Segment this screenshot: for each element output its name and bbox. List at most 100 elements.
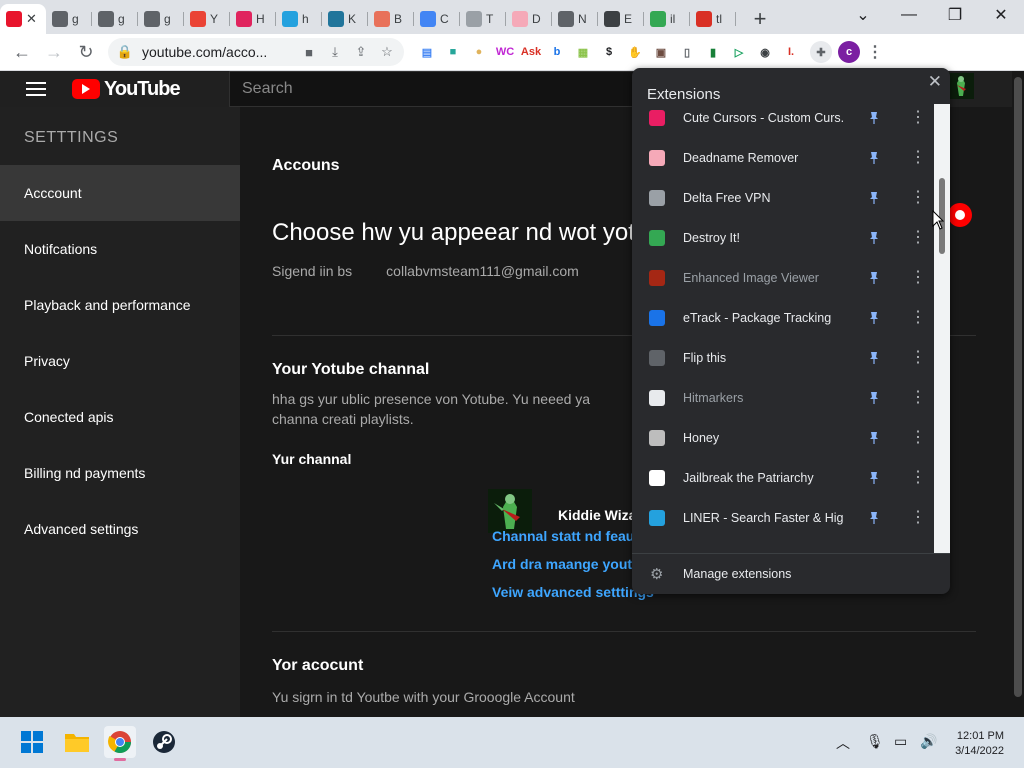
address-bar[interactable]: 🔒 youtube.com/acco... ■ ⤓ ⇪ ☆ [108,38,404,66]
extension-item[interactable]: Enhanced Image Viewer ⋮ [632,258,934,298]
more-options-icon[interactable]: ⋮ [910,110,926,126]
browser-tab[interactable]: Y [184,4,230,34]
close-icon[interactable]: ✕ [928,72,942,92]
more-options-icon[interactable]: ⋮ [910,270,926,286]
browser-tab[interactable]: H [230,4,276,34]
file-explorer-icon[interactable] [61,726,93,758]
pin-icon[interactable] [868,391,880,405]
search-input[interactable]: Search [229,71,649,107]
pin-icon[interactable] [868,311,880,325]
ext-bookmark-icon[interactable]: ▤ [416,41,438,63]
browser-tab[interactable]: K [322,4,368,34]
extension-item[interactable]: Cute Cursors - Custom Curs... ⋮ [632,98,934,138]
more-options-icon[interactable]: ⋮ [910,350,926,366]
microphone-icon[interactable]: 🎙 [866,733,884,750]
browser-tab[interactable]: g [46,4,92,34]
windows-start-icon[interactable] [16,726,48,758]
close-tab-icon[interactable]: ✕ [26,11,37,27]
page-scrollbar[interactable] [1012,71,1024,717]
ext-box-icon[interactable]: ▣ [650,41,672,63]
manage-extensions-button[interactable]: ⚙ Manage extensions [632,554,950,594]
share-icon[interactable]: ⇪ [352,44,370,60]
more-options-icon[interactable]: ⋮ [910,510,926,526]
extension-item[interactable]: Hitmarkers ⋮ [632,378,934,418]
more-options-icon[interactable]: ⋮ [910,190,926,206]
more-options-icon[interactable]: ⋮ [910,150,926,166]
pin-icon[interactable] [868,471,880,485]
extension-item[interactable]: eTrack - Package Tracking ⋮ [632,298,934,338]
sidebar-item[interactable]: Advanced settings [0,501,240,557]
ext-i-icon[interactable]: I. [780,41,802,63]
account-avatar[interactable] [948,73,974,99]
browser-tab[interactable]: N [552,4,598,34]
browser-tab[interactable]: h [276,4,322,34]
star-icon[interactable]: ☆ [378,44,396,60]
forward-icon[interactable]: → [38,36,70,68]
extension-item[interactable]: Honey ⋮ [632,418,934,458]
extension-item[interactable]: LINER - Search Faster & Hig... ⋮ [632,498,934,538]
extension-item[interactable]: Deadname Remover ⋮ [632,138,934,178]
close-window-icon[interactable]: ✕ [978,0,1024,30]
pin-icon[interactable] [868,351,880,365]
pin-icon[interactable] [868,431,880,445]
restore-icon[interactable]: ❐ [932,0,978,30]
pin-icon[interactable] [868,151,880,165]
popup-scrollbar[interactable] [934,104,950,553]
profile-avatar[interactable]: c [838,41,860,63]
ext-hand-icon[interactable]: ✋ [624,41,646,63]
more-options-icon[interactable]: ⋮ [910,470,926,486]
browser-tab[interactable]: D [506,4,552,34]
pin-icon[interactable] [868,231,880,245]
hamburger-icon[interactable] [26,82,46,96]
manage-channel-link[interactable]: Ard dra maange yout c [492,556,644,572]
advanced-settings-link[interactable]: Veiw advanced setttings [492,584,654,600]
chrome-taskbar-icon[interactable] [104,726,136,761]
tray-chevron-icon[interactable]: ︿ [836,733,850,753]
extension-item[interactable]: Delta Free VPN ⋮ [632,178,934,218]
volume-icon[interactable]: 🔊 [920,733,937,750]
more-options-icon[interactable]: ⋮ [910,390,926,406]
clock[interactable]: 12:01 PM 3/14/2022 [950,729,1004,759]
ext-note-icon[interactable]: ▯ [676,41,698,63]
camera-icon[interactable]: ■ [300,45,318,60]
ext-wc-icon[interactable]: WC [494,41,516,63]
pin-icon[interactable] [868,271,880,285]
extension-item[interactable]: Jailbreak the Patriarchy ⋮ [632,458,934,498]
pin-icon[interactable] [868,111,880,125]
new-tab-button[interactable]: + [746,5,774,33]
record-icon[interactable] [948,203,972,227]
sidebar-item[interactable]: Playback and performance [0,277,240,333]
browser-tab[interactable]: il [644,4,690,34]
pin-icon[interactable] [868,511,880,525]
sidebar-item[interactable]: Privacy [0,333,240,389]
channel-status-link[interactable]: Channal statt nd feaut [492,528,639,544]
extension-item[interactable]: Flip this ⋮ [632,338,934,378]
pin-icon[interactable] [868,191,880,205]
more-options-icon[interactable]: ⋮ [910,230,926,246]
steam-icon[interactable] [148,726,180,758]
browser-tab[interactable]: C [414,4,460,34]
sidebar-item[interactable]: Notifcations [0,221,240,277]
browser-tab[interactable]: T [460,4,506,34]
scroll-thumb[interactable] [1014,77,1022,697]
ext-doge-icon[interactable]: ● [468,41,490,63]
install-icon[interactable]: ⤓ [326,44,344,60]
youtube-logo[interactable]: YouTube [72,78,181,101]
puzzle-icon[interactable]: ✚ [810,41,832,63]
more-options-icon[interactable]: ⋮ [910,310,926,326]
sidebar-item[interactable]: Billing nd payments [0,445,240,501]
tab-search-icon[interactable]: ⌄ [840,0,886,30]
sidebar-item[interactable]: Acccount [0,165,240,221]
browser-tab[interactable]: tl [690,4,736,34]
browser-tab[interactable]: B [368,4,414,34]
browser-tab[interactable]: E [598,4,644,34]
more-options-icon[interactable]: ⋮ [910,430,926,446]
ext-play-icon[interactable]: ▷ [728,41,750,63]
browser-tab[interactable]: g [92,4,138,34]
browser-tab[interactable]: ✕ [0,4,46,34]
ext-pattern-icon[interactable]: ▦ [572,41,594,63]
ext-green-icon[interactable]: ▮ [702,41,724,63]
menu-icon[interactable]: ⋮ [864,41,886,63]
lock-icon[interactable]: 🔒 [116,44,134,60]
extension-item[interactable]: Destroy It! ⋮ [632,218,934,258]
